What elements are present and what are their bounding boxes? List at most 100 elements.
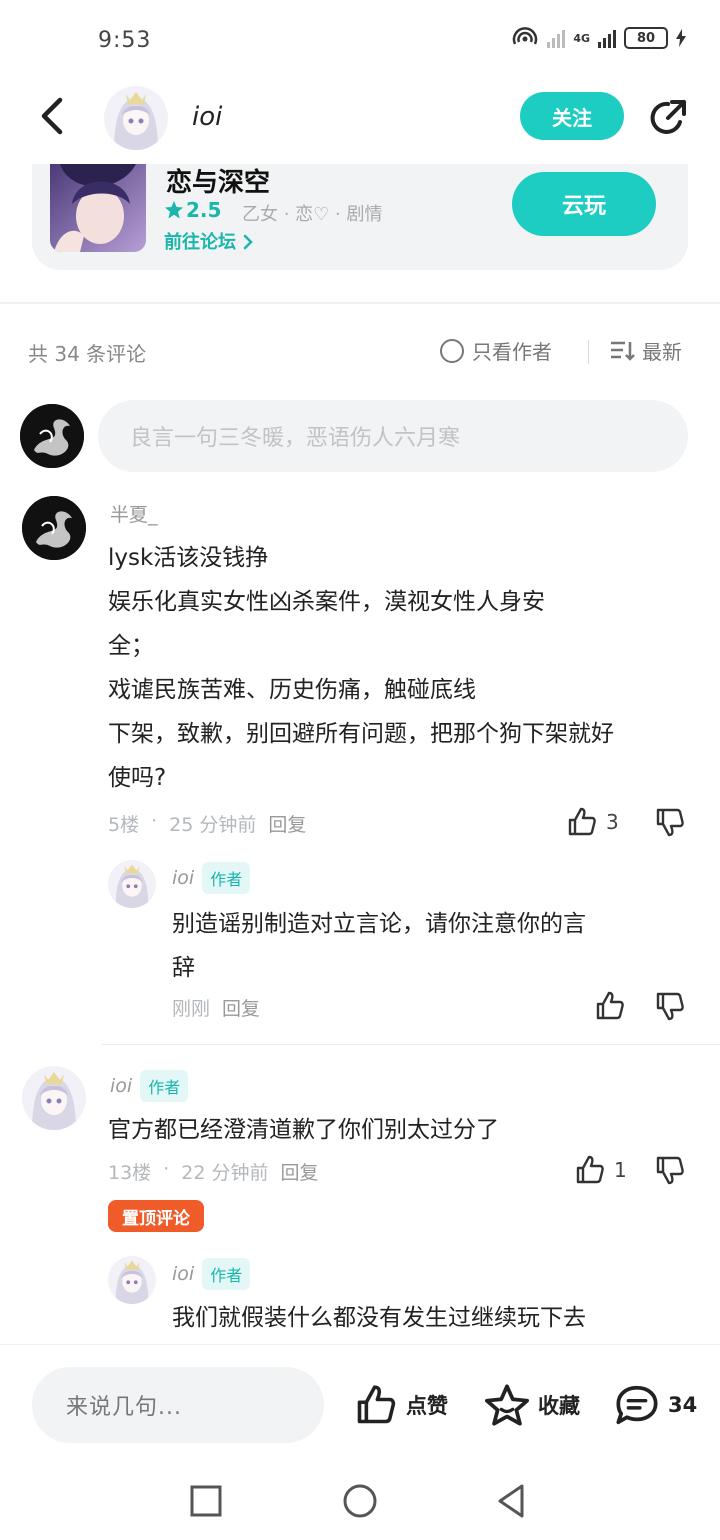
commenter-name[interactable]: 半夏_ xyxy=(110,500,158,527)
like-count: 3 xyxy=(606,810,619,834)
only-author-toggle[interactable]: 只看作者 xyxy=(440,336,552,365)
hotspot-icon xyxy=(513,27,538,45)
commenter-avatar[interactable] xyxy=(22,1066,86,1130)
only-author-label: 只看作者 xyxy=(472,340,552,364)
meta-dot: · xyxy=(163,1158,170,1180)
sort-toggle[interactable]: 最新 xyxy=(610,336,682,365)
reply-text: 别造谣别制造对立言论，请你注意你的言 辞 xyxy=(172,902,682,990)
home-icon[interactable] xyxy=(342,1483,378,1519)
comment-line: 官方都已经澄清道歉了你们别太过分了 xyxy=(108,1117,499,1143)
thumbs-up-icon xyxy=(568,807,596,836)
floor-number: 13楼 xyxy=(108,1162,152,1184)
recent-apps-icon[interactable] xyxy=(188,1483,224,1519)
network-type: 4G xyxy=(573,31,590,45)
thumbs-up-icon xyxy=(576,1155,604,1184)
quick-comment-input[interactable]: 来说几句... xyxy=(32,1367,324,1443)
cloud-play-button[interactable]: 云玩 xyxy=(512,172,656,236)
like-count: 1 xyxy=(614,1158,627,1182)
floor-number: 5楼 xyxy=(108,814,140,836)
comment-line: 娱乐化真实女性凶杀案件，漠视女性人身安 xyxy=(108,589,545,615)
like-action[interactable]: 点赞 xyxy=(354,1383,448,1427)
author-tag: 作者 xyxy=(140,1070,189,1102)
reply-meta: 刚刚 回复 xyxy=(172,994,260,1021)
section-divider xyxy=(0,302,720,304)
comment-bubble-icon xyxy=(616,1385,658,1425)
bottom-action-bar: 来说几句... 点赞 收藏 34 xyxy=(0,1344,720,1540)
signal-icon-2 xyxy=(598,28,616,48)
star-icon xyxy=(485,1384,529,1426)
game-thumbnail xyxy=(50,164,146,252)
reply-user[interactable]: ioi xyxy=(172,1263,194,1285)
reply-button[interactable]: 回复 xyxy=(222,994,260,1021)
comment-text: 官方都已经澄清道歉了你们别太过分了 xyxy=(108,1108,698,1152)
comment-header: ioi 作者 xyxy=(110,1070,189,1102)
comment-input[interactable]: 良言一句三冬暖，恶语伤人六月寒 xyxy=(98,400,688,472)
thumbs-up-icon[interactable] xyxy=(594,990,626,1022)
comment-line: 戏谑民族苦难、历史伤痛，触碰底线 xyxy=(108,677,476,703)
thumbs-down-icon[interactable] xyxy=(654,990,686,1022)
game-title: 恋与深空 xyxy=(166,168,271,198)
status-time: 9:53 xyxy=(98,28,152,53)
comment-meta: 13楼 · 22 分钟前 回复 xyxy=(108,1158,318,1185)
star-icon xyxy=(165,201,183,219)
game-rating: 2.5 xyxy=(164,198,221,222)
comment-time: 22 分钟前 xyxy=(181,1162,269,1184)
favorite-action-label: 收藏 xyxy=(538,1394,580,1418)
reply-time: 刚刚 xyxy=(172,998,211,1020)
comment-line: 使吗? xyxy=(108,765,167,791)
game-rating-value: 2.5 xyxy=(186,198,222,222)
follow-button[interactable]: 关注 xyxy=(520,92,624,140)
reply-line: 我们就假装什么都没有发生过继续玩下去 xyxy=(172,1305,586,1331)
thumbs-up-icon xyxy=(357,1385,396,1424)
game-tags: 乙女 · 恋♡ · 剧情 xyxy=(242,204,383,225)
header-separator xyxy=(588,340,589,364)
game-card[interactable]: 恋与深空 2.5 乙女 · 恋♡ · 剧情 前往论坛 云玩 xyxy=(32,164,688,270)
header-avatar[interactable] xyxy=(104,86,168,150)
comment-line: 下架，致歉，别回避所有问题，把那个狗下架就好 xyxy=(108,721,614,747)
thumbs-down-icon[interactable] xyxy=(654,1154,686,1186)
signal-icon-1 xyxy=(547,28,566,48)
comment-divider xyxy=(102,1044,720,1045)
comment-count: 共 34 条评论 xyxy=(28,342,147,366)
meta-dot: · xyxy=(151,810,158,832)
favorite-action[interactable]: 收藏 xyxy=(484,1383,580,1427)
sort-icon xyxy=(611,341,635,361)
author-tag: 作者 xyxy=(202,862,251,894)
like-button[interactable]: 1 xyxy=(574,1154,627,1186)
like-action-label: 点赞 xyxy=(406,1394,448,1418)
reply-line: 别造谣别制造对立言论，请你注意你的言 xyxy=(172,911,586,937)
chevron-right-icon xyxy=(244,234,254,250)
reply-header: ioi 作者 xyxy=(172,862,251,894)
comment-line: 全； xyxy=(108,633,154,659)
radio-icon xyxy=(440,338,464,363)
like-button[interactable]: 3 xyxy=(566,806,619,838)
comments-action[interactable]: 34 xyxy=(614,1383,697,1427)
header-username: ioi xyxy=(192,102,223,132)
share-icon[interactable] xyxy=(646,96,690,140)
comment-text: lysk活该没钱挣 娱乐化真实女性凶杀案件，漠视女性人身安 全； 戏谑民族苦难、… xyxy=(108,536,698,800)
reply-line: 辞 xyxy=(172,955,195,981)
sort-label: 最新 xyxy=(642,340,682,364)
back-icon[interactable] xyxy=(36,96,72,136)
reply-avatar[interactable] xyxy=(108,1256,156,1304)
commenter-name[interactable]: ioi xyxy=(110,1075,132,1097)
commenter-avatar[interactable] xyxy=(22,496,86,560)
pinned-badge: 置顶评论 xyxy=(108,1200,204,1232)
reply-button[interactable]: 回复 xyxy=(268,810,306,837)
author-tag: 作者 xyxy=(202,1258,251,1290)
status-icons: 4G 80 xyxy=(511,26,686,50)
forum-link[interactable]: 前往论坛 xyxy=(164,228,254,254)
reply-header: ioi 作者 xyxy=(172,1258,251,1290)
comments-action-count: 34 xyxy=(668,1393,698,1417)
thumbs-down-icon[interactable] xyxy=(654,806,686,838)
back-nav-icon[interactable] xyxy=(494,1483,530,1519)
reply-user[interactable]: ioi xyxy=(172,867,194,889)
comment-meta: 5楼 · 25 分钟前 回复 xyxy=(108,810,306,837)
comment-time: 25 分钟前 xyxy=(169,814,257,836)
comment-line: lysk活该没钱挣 xyxy=(108,545,269,571)
reply-avatar[interactable] xyxy=(108,860,156,908)
reply-button[interactable]: 回复 xyxy=(280,1158,318,1185)
battery-icon: 80 xyxy=(624,27,668,49)
my-avatar[interactable] xyxy=(20,404,84,468)
forum-link-label: 前往论坛 xyxy=(164,232,236,253)
